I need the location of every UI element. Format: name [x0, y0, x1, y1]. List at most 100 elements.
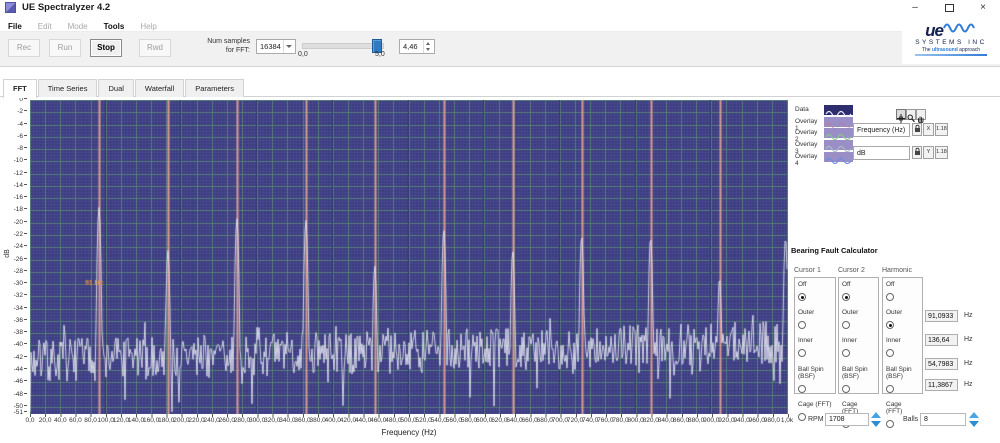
- x-axis-ticks: 0,0 20,0 40,0 60,0 80,0 100,0 120,0 140,0 160,0 1…: [25, 417, 793, 426]
- legend-label: Data: [795, 106, 809, 113]
- logo-company-text: SYSTEMS INC: [915, 39, 987, 46]
- chevron-down-icon[interactable]: [283, 40, 295, 53]
- y-tick-label: -18: [14, 206, 27, 213]
- balls-spinner[interactable]: [969, 412, 980, 427]
- radio-cursor-2-ball-spin-bsf-[interactable]: [842, 384, 850, 393]
- x-tick-label: 300,0: [248, 417, 266, 424]
- cursor-crosshair-icon[interactable]: [896, 109, 906, 123]
- x-tick-label: 620,0: [491, 417, 508, 424]
- rpm-increment-icon[interactable]: [871, 412, 881, 418]
- close-button[interactable]: ×: [968, 0, 998, 16]
- radio-harmonic-cage-fft-[interactable]: [886, 419, 894, 428]
- maximize-button[interactable]: [934, 0, 964, 16]
- x-tick-label: 900,0: [703, 417, 720, 424]
- bearing-option: Outer: [886, 309, 919, 334]
- x-tick-label: 860,0: [672, 417, 690, 424]
- x-tick-label: 20,0: [38, 417, 52, 424]
- x-format-button[interactable]: 1.18: [935, 123, 948, 136]
- fft-plot[interactable]: [30, 100, 788, 414]
- rpm-spinner[interactable]: [871, 412, 882, 427]
- app-window: UE Spectralyzer 4.2 – × File Edit Mode Tool…: [0, 0, 1000, 443]
- spinner-buttons[interactable]: [423, 40, 434, 53]
- balls-increment-icon[interactable]: [969, 412, 979, 418]
- legend-swatch-overlay-3[interactable]: [824, 140, 853, 153]
- radio-cursor-2-outer[interactable]: [842, 321, 850, 330]
- bearing-option: Inner: [842, 337, 875, 362]
- y-tick-label: -10: [14, 157, 27, 164]
- bearing-frequency-unit: Hz: [964, 381, 973, 388]
- rpm-field[interactable]: 1708: [825, 413, 869, 426]
- y-autoscale-button[interactable]: Y: [923, 146, 934, 159]
- spin-down-icon[interactable]: [426, 48, 430, 51]
- slider-min-label: 0,0: [298, 51, 308, 58]
- rpm-decrement-icon[interactable]: [871, 421, 881, 427]
- radio-harmonic-off[interactable]: [886, 293, 894, 301]
- zoom-icon[interactable]: [906, 109, 916, 123]
- bearing-frequency-unit: Hz: [964, 336, 973, 343]
- radio-harmonic-ball-spin-bsf-[interactable]: [886, 384, 894, 393]
- x-tick-label: 500,0: [400, 417, 417, 424]
- title-bar[interactable]: UE Spectralyzer 4.2 – ×: [0, 0, 1000, 16]
- radio-cursor-1-inner[interactable]: [798, 349, 806, 358]
- x-tick-label: 980,0: [763, 417, 780, 424]
- num-samples-dropdown[interactable]: 16384: [256, 39, 296, 54]
- rwd-button[interactable]: Rwd: [139, 39, 171, 57]
- x-tick-label: 220,0: [188, 417, 205, 424]
- bearing-frequency-value: 54,7983: [925, 358, 958, 370]
- tab-dual[interactable]: Dual: [98, 79, 134, 97]
- bearing-option: Outer: [798, 309, 832, 334]
- num-samples-label: Num samples for FFT:: [207, 38, 250, 54]
- bearing-column-cursor-2: Cursor 2 Off Outer Inner Ball Spin (BSF) Cage…: [838, 267, 879, 428]
- legend-swatch-overlay-4[interactable]: [824, 151, 853, 164]
- radio-cursor-2-inner[interactable]: [842, 349, 850, 358]
- bearing-option-label: Off: [886, 281, 895, 288]
- radio-harmonic-inner[interactable]: [886, 349, 894, 358]
- radio-cursor-1-cage-fft-[interactable]: [798, 412, 806, 421]
- pan-hand-icon[interactable]: [916, 109, 926, 124]
- legend-swatch-data[interactable]: [824, 105, 853, 118]
- x-tick-label: 480,0: [385, 417, 402, 424]
- bearing-option-label: Off: [842, 281, 851, 288]
- balls-decrement-icon[interactable]: [969, 421, 979, 427]
- y-scale-lock-button[interactable]: [912, 146, 922, 159]
- bearing-option: Off: [842, 281, 875, 306]
- y-tick-label: -20: [14, 219, 27, 226]
- tab-waterfall[interactable]: Waterfall: [134, 79, 185, 97]
- tab-parameters[interactable]: Parameters: [185, 79, 244, 97]
- legend-swatch-overlay-2[interactable]: [824, 128, 853, 141]
- run-button[interactable]: Run: [49, 39, 81, 57]
- radio-cursor-1-off[interactable]: [798, 293, 806, 301]
- spin-up-icon[interactable]: [426, 42, 430, 45]
- slider-max-label: 5,0: [375, 51, 385, 58]
- y-tick-label: -6: [17, 133, 27, 140]
- x-tick-label: 580,0: [460, 417, 478, 424]
- x-tick-label: 760,0: [597, 417, 614, 424]
- radio-cursor-1-outer[interactable]: [798, 321, 806, 330]
- x-tick-label: 840,0: [657, 417, 675, 424]
- bearing-option-label: Inner: [798, 337, 813, 345]
- threshold-spinbox[interactable]: 4,46: [399, 39, 435, 54]
- tab-time-series[interactable]: Time Series: [37, 79, 98, 97]
- y-format-button[interactable]: 1.18: [935, 146, 948, 159]
- radio-cursor-1-ball-spin-bsf-[interactable]: [798, 384, 806, 393]
- x-autoscale-button[interactable]: X: [923, 123, 934, 136]
- bearing-option: Ball Spin (BSF): [886, 366, 919, 398]
- x-tick-label: 600,0: [476, 417, 493, 424]
- legend-swatch-overlay-1[interactable]: [824, 116, 853, 129]
- bearing-option-label: Outer: [842, 309, 859, 317]
- x-tick-label: 400,0: [324, 417, 341, 424]
- radio-cursor-2-off[interactable]: [842, 293, 850, 301]
- x-scale-lock-button[interactable]: [912, 123, 922, 136]
- x-tick-label: 960,0: [748, 417, 765, 424]
- stop-button[interactable]: Stop: [90, 39, 122, 57]
- x-tick-label: 640,0: [506, 417, 523, 424]
- balls-field[interactable]: 8: [920, 413, 966, 426]
- rec-button[interactable]: Rec: [8, 39, 40, 57]
- x-scale-name-field[interactable]: Frequency (Hz): [853, 123, 910, 137]
- x-axis-title: Frequency (Hz): [381, 428, 437, 437]
- y-scale-name-field[interactable]: dB: [853, 146, 910, 160]
- x-tick-label: 180,0: [158, 417, 175, 424]
- minimize-button[interactable]: –: [900, 0, 930, 16]
- radio-harmonic-outer[interactable]: [886, 321, 894, 330]
- tab-fft[interactable]: FFT: [3, 79, 37, 98]
